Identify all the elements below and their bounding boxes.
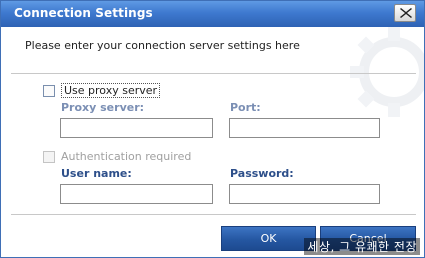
ok-button[interactable]: OK xyxy=(221,226,316,251)
ok-button-label: OK xyxy=(260,232,277,245)
username-label: User name: xyxy=(61,167,132,180)
bottom-divider xyxy=(11,214,416,215)
use-proxy-checkbox[interactable] xyxy=(43,84,55,97)
auth-required-checkbox-row[interactable]: Authentication required xyxy=(43,150,191,163)
window-title: Connection Settings xyxy=(14,6,153,20)
use-proxy-label[interactable]: Use proxy server xyxy=(61,83,161,98)
auth-required-label: Authentication required xyxy=(61,150,192,163)
use-proxy-checkbox-row[interactable]: Use proxy server xyxy=(43,83,161,98)
auth-required-checkbox[interactable] xyxy=(43,150,55,163)
password-input[interactable] xyxy=(229,184,380,204)
watermark-text: 세상, 그 유쾌한 전장 xyxy=(304,238,420,255)
password-label: Password: xyxy=(230,167,294,180)
connection-settings-dialog: Connection Settings Please enter your co… xyxy=(0,0,425,258)
top-divider xyxy=(11,73,416,74)
username-input[interactable] xyxy=(60,184,213,204)
port-label: Port: xyxy=(230,101,261,114)
proxy-server-label: Proxy server: xyxy=(61,101,145,114)
instructions-text: Please enter your connection server sett… xyxy=(25,39,300,52)
close-icon xyxy=(400,8,412,18)
close-button[interactable] xyxy=(394,4,416,22)
proxy-server-input[interactable] xyxy=(60,118,213,138)
title-bar[interactable]: Connection Settings xyxy=(1,1,424,27)
port-input[interactable] xyxy=(229,118,380,138)
